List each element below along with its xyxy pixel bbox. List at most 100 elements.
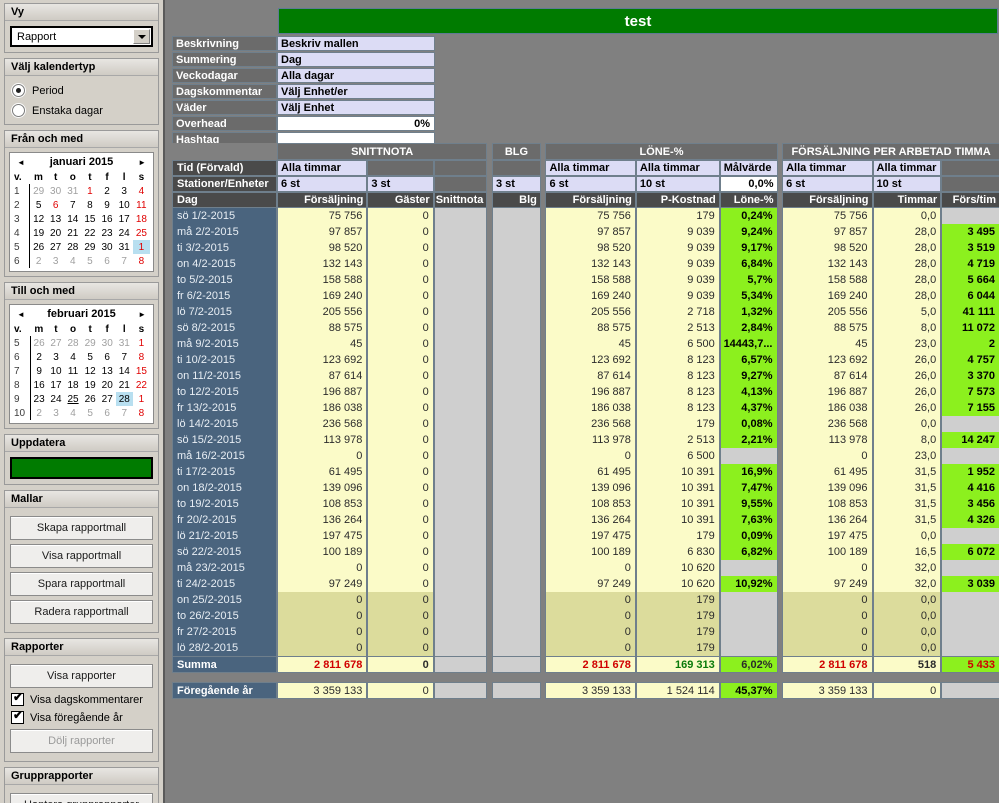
calendar-day-cell[interactable]: 10 xyxy=(47,364,64,378)
stations-cell-2[interactable] xyxy=(433,176,488,192)
meta-value-field[interactable]: Dag xyxy=(277,52,435,67)
calendar-day-cell[interactable]: 1 xyxy=(133,336,150,350)
time-cell-4[interactable]: Alla timmar xyxy=(545,160,636,176)
calendar-day-cell[interactable]: 8 xyxy=(133,350,150,364)
table-row[interactable]: lö 28/2-2015 0 0 0 179 0 0,0 xyxy=(172,640,999,656)
checkbox-day-comments-icon[interactable] xyxy=(11,692,24,706)
calendar-day-cell[interactable]: 8 xyxy=(133,406,150,420)
table-row[interactable]: må 16/2-2015 0 0 0 6 500 0 23,0 xyxy=(172,448,999,464)
calendar-day-cell[interactable]: 14 xyxy=(116,364,133,378)
table-row[interactable]: fr 6/2-2015 169 240 0 169 240 9 039 5,34% 169 … xyxy=(172,288,999,304)
time-cell-3[interactable] xyxy=(491,160,541,176)
column-header-3[interactable]: Blg xyxy=(491,192,541,208)
save-template-button[interactable]: Spara rapportmall xyxy=(10,572,153,596)
table-row[interactable]: on 11/2-2015 87 614 0 87 614 8 123 9,27% 87 61… xyxy=(172,368,999,384)
column-header-6[interactable]: Löne-% xyxy=(719,192,778,208)
calendar-day-cell[interactable]: 3 xyxy=(47,406,64,420)
calendar-prev-icon[interactable]: ◄ xyxy=(17,310,25,319)
calendar-day-cell[interactable]: 3 xyxy=(116,184,133,198)
calendar-day-cell[interactable]: 24 xyxy=(47,392,64,406)
show-reports-button[interactable]: Visa rapporter xyxy=(10,664,153,688)
radio-period[interactable]: Period xyxy=(12,84,153,97)
table-row[interactable]: ti 17/2-2015 61 495 0 61 495 10 391 16,9% 61 4… xyxy=(172,464,999,480)
calendar-day-cell[interactable]: 13 xyxy=(99,364,116,378)
calendar-day-cell[interactable]: 17 xyxy=(47,378,64,392)
stations-cell-3[interactable]: 3 st xyxy=(491,176,541,192)
column-header-0[interactable]: Försäljning xyxy=(276,192,368,208)
column-header-1[interactable]: Gäster xyxy=(367,192,434,208)
calendar-day-cell[interactable]: 6 xyxy=(98,254,115,268)
calendar-day-cell[interactable]: 28 xyxy=(115,392,133,406)
calendar-day-cell[interactable]: 20 xyxy=(99,378,116,392)
meta-value-field[interactable]: Välj Enhet/er xyxy=(277,84,435,99)
table-row[interactable]: må 2/2-2015 97 857 0 97 857 9 039 9,24% 97 857… xyxy=(172,224,999,240)
table-row[interactable]: lö 7/2-2015 205 556 0 205 556 2 718 1,32% 205 … xyxy=(172,304,999,320)
calendar-day-cell[interactable]: 7 xyxy=(116,406,133,420)
calendar-day-cell[interactable]: 3 xyxy=(47,350,64,364)
calendar-day-cell[interactable]: 29 xyxy=(82,336,99,350)
table-row[interactable]: ti 10/2-2015 123 692 0 123 692 8 123 6,57% 123… xyxy=(172,352,999,368)
radio-single-days[interactable]: Enstaka dagar xyxy=(12,104,153,117)
time-cell-5[interactable]: Alla timmar xyxy=(635,160,720,176)
column-header-2[interactable]: Snittnota xyxy=(433,192,488,208)
table-row[interactable]: sö 15/2-2015 113 978 0 113 978 2 513 2,21% 113… xyxy=(172,432,999,448)
delete-template-button[interactable]: Radera rapportmall xyxy=(10,600,153,624)
column-header-4[interactable]: Försäljning xyxy=(545,192,636,208)
table-row[interactable]: lö 21/2-2015 197 475 0 197 475 179 0,09% 197 4… xyxy=(172,528,999,544)
table-row[interactable]: lö 14/2-2015 236 568 0 236 568 179 0,08% 236 5… xyxy=(172,416,999,432)
calendar-day-cell[interactable]: 23 xyxy=(30,392,47,406)
calendar-day-cell[interactable]: 11 xyxy=(133,198,150,212)
calendar-day-cell[interactable]: 16 xyxy=(30,378,47,392)
calendar-day-cell[interactable]: 28 xyxy=(65,336,82,350)
calendar-day-cell[interactable]: 13 xyxy=(47,212,64,226)
calendar-day-cell[interactable]: 20 xyxy=(47,226,64,240)
table-row[interactable]: fr 20/2-2015 136 264 0 136 264 10 391 7,63% 13… xyxy=(172,512,999,528)
calendar-day-cell[interactable]: 24 xyxy=(116,226,133,240)
table-row[interactable]: on 18/2-2015 139 096 0 139 096 10 391 7,47% 13… xyxy=(172,480,999,496)
calendar-day-cell[interactable]: 8 xyxy=(133,254,150,268)
calendar-day-cell[interactable]: 17 xyxy=(116,212,133,226)
create-template-button[interactable]: Skapa rapportmall xyxy=(10,516,153,540)
calendar-day-cell[interactable]: 1 xyxy=(81,184,98,198)
calendar-day-cell[interactable]: 31 xyxy=(116,240,133,254)
calendar-day-cell[interactable]: 4 xyxy=(133,184,150,198)
table-row[interactable]: on 25/2-2015 0 0 0 179 0 0,0 xyxy=(172,592,999,608)
manage-group-reports-button[interactable]: Hantera grupprapporter xyxy=(10,793,153,803)
column-header-7[interactable]: Försäljning xyxy=(782,192,873,208)
radio-single-days-icon[interactable] xyxy=(12,104,25,117)
time-cell-1[interactable] xyxy=(367,160,434,176)
calendar-day-cell[interactable]: 26 xyxy=(82,392,99,406)
calendar-day-cell[interactable]: 5 xyxy=(30,198,47,212)
checkbox-day-comments[interactable]: Visa dagskommentarer xyxy=(11,692,153,706)
time-cell-6[interactable]: Målvärde xyxy=(719,160,778,176)
calendar-day-cell[interactable]: 6 xyxy=(47,198,64,212)
calendar-day-cell[interactable]: 9 xyxy=(98,198,115,212)
stations-cell-5[interactable]: 10 st xyxy=(635,176,720,192)
calendar-day-cell[interactable]: 30 xyxy=(98,240,115,254)
table-row[interactable]: to 5/2-2015 158 588 0 158 588 9 039 5,7% 158 5… xyxy=(172,272,999,288)
meta-value-field[interactable]: Alla dagar xyxy=(277,68,435,83)
time-cell-2[interactable] xyxy=(433,160,488,176)
stations-cell-8[interactable]: 10 st xyxy=(872,176,942,192)
calendar-day-cell[interactable]: 2 xyxy=(30,406,47,420)
calendar-day-cell[interactable]: 4 xyxy=(64,254,81,268)
time-cell-7[interactable]: Alla timmar xyxy=(782,160,873,176)
calendar-day-cell[interactable]: 26 xyxy=(30,240,47,254)
calendar-day-cell[interactable]: 12 xyxy=(30,212,47,226)
calendar-day-cell[interactable]: 5 xyxy=(82,350,99,364)
calendar-day-cell[interactable]: 1 xyxy=(133,392,150,406)
table-row[interactable]: fr 13/2-2015 186 038 0 186 038 8 123 4,37% 186… xyxy=(172,400,999,416)
calendar-day-cell[interactable]: 30 xyxy=(99,336,116,350)
calendar-day-cell[interactable]: 8 xyxy=(81,198,98,212)
calendar-day-cell[interactable]: 11 xyxy=(65,364,82,378)
table-row[interactable]: to 19/2-2015 108 853 0 108 853 10 391 9,55% 10… xyxy=(172,496,999,512)
calendar-day-cell[interactable]: 19 xyxy=(30,226,47,240)
calendar-day-cell[interactable]: 18 xyxy=(133,212,150,226)
table-row[interactable]: sö 8/2-2015 88 575 0 88 575 2 513 2,84% 88 575… xyxy=(172,320,999,336)
calendar-day-cell[interactable]: 2 xyxy=(98,184,115,198)
calendar-day-cell[interactable]: 15 xyxy=(81,212,98,226)
meta-value-field[interactable]: Välj Enhet xyxy=(277,100,435,115)
column-header-9[interactable]: Förs/tim xyxy=(941,192,999,208)
calendar-day-cell[interactable]: 5 xyxy=(81,254,98,268)
table-row[interactable]: ti 24/2-2015 97 249 0 97 249 10 620 10,92% 97 … xyxy=(172,576,999,592)
